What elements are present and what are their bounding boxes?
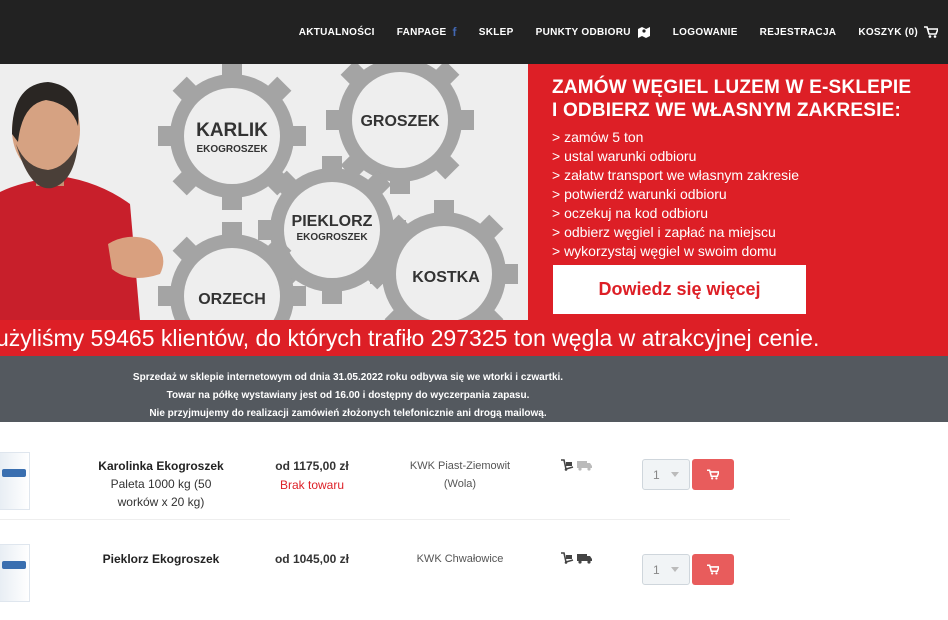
ticker-text: użyliśmy 59465 klientów, do których traf…: [0, 324, 820, 351]
nav-fanpage-label: FANPAGE: [396, 26, 447, 38]
banner-image: KARLIK EKOGROSZEK GROSZEK PIEKLORZ EKOGR…: [0, 64, 528, 320]
mine-name: KWK Piast-Ziemowit: [409, 460, 511, 472]
delivery-icons: [560, 459, 593, 471]
truck-icon: [577, 554, 592, 564]
quantity-select[interactable]: 1: [642, 459, 690, 490]
product-desc: Paleta 1000 kg (50: [110, 477, 212, 491]
gear-label-pieklorz: PIEKLORZ: [292, 213, 373, 230]
banner-headline: ZAMÓW WĘGIEL LUZEM W E-SKLEPIE I ODBIERZ…: [552, 76, 911, 122]
stock-status: Brak towaru: [279, 478, 345, 492]
man-photo: [0, 82, 164, 320]
banner-offer: ZAMÓW WĘGIEL LUZEM W E-SKLEPIE I ODBIERZ…: [528, 64, 948, 320]
product-name[interactable]: Karolinka Ekogroszek: [90, 457, 232, 475]
add-to-cart-button[interactable]: [692, 459, 734, 490]
notice-line-2: Towar na półkę wystawiany jest od 16.00 …: [166, 390, 530, 401]
nav-punkty-odbioru[interactable]: PUNKTY ODBIORU: [536, 26, 651, 38]
product-list: Karolinka Ekogroszek Paleta 1000 kg (50 …: [0, 422, 948, 602]
step-item: > potwierdź warunki odbioru: [552, 186, 727, 202]
step-item: > zamów 5 ton: [552, 129, 644, 145]
sales-notice: Sprzedaż w sklepie internetowym od dnia …: [0, 356, 948, 422]
nav-aktualnosci-label: AKTUALNOŚCI: [298, 26, 375, 38]
map-icon: [637, 27, 650, 38]
nav-rejestracja[interactable]: REJESTRACJA: [760, 27, 837, 38]
gear-label-karlik-sub: EKOGROSZEK: [196, 144, 268, 155]
gear-label-groszek: GROSZEK: [360, 113, 440, 130]
stats-ticker: użyliśmy 59465 klientów, do których traf…: [0, 320, 948, 356]
nav-aktualnosci[interactable]: AKTUALNOŚCI: [299, 27, 375, 38]
quantity-select[interactable]: 1: [642, 554, 690, 585]
gear-label-orzech: ORZECH: [198, 291, 266, 308]
banner-headline-line-2: I ODBIERZ WE WŁASNYM ZAKRESIE:: [552, 100, 902, 121]
cart-icon: [707, 564, 719, 575]
nav-logowanie[interactable]: LOGOWANIE: [673, 27, 738, 38]
top-navigation-bar: AKTUALNOŚCI FANPAGE f SKLEP PUNKTY ODBIO…: [0, 0, 948, 64]
product-price-block: od 1045,00 zł: [262, 550, 362, 568]
banner-headline-line-1: ZAMÓW WĘGIEL LUZEM W E-SKLEPIE: [552, 77, 912, 98]
cart-icon: [707, 469, 719, 480]
gear-label-pieklorz-sub: EKOGROSZEK: [296, 232, 368, 243]
product-name[interactable]: Pieklorz Ekogroszek: [90, 550, 232, 568]
product-mine: KWK Chwałowice: [398, 550, 522, 568]
truck-icon: [577, 461, 592, 471]
gear-label-karlik: KARLIK: [196, 120, 268, 141]
main-nav: AKTUALNOŚCI FANPAGE f SKLEP PUNKTY ODBIO…: [299, 0, 938, 64]
chevron-down-icon: [671, 472, 679, 477]
step-item: > wykorzystaj węgiel w swoim domu: [552, 243, 777, 259]
nav-rejestracja-label: REJESTRACJA: [759, 26, 837, 38]
add-to-cart-button[interactable]: [692, 554, 734, 585]
notice-line-1: Sprzedaż w sklepie internetowym od dnia …: [132, 372, 564, 383]
product-row: Karolinka Ekogroszek Paleta 1000 kg (50 …: [0, 422, 790, 520]
hand-truck-icon: [561, 459, 574, 471]
step-item: > odbierz węgiel i zapłać na miejscu: [552, 224, 776, 240]
product-price-block: od 1175,00 zł Brak towaru: [262, 457, 362, 495]
notice-line-3: Nie przyjmujemy do realizacji zamówień z…: [149, 408, 547, 419]
cart-icon: [924, 26, 938, 38]
product-desc: worków x 20 kg): [117, 495, 205, 509]
step-item: > załatw transport we własnym zakresie: [552, 167, 800, 183]
nav-koszyk[interactable]: KOSZYK (0): [858, 26, 938, 38]
delivery-icons: [560, 552, 593, 564]
quantity-value: 1: [653, 562, 660, 577]
product-image[interactable]: [0, 544, 30, 602]
learn-more-button[interactable]: Dowiedz się więcej: [554, 266, 805, 313]
nav-sklep-label: SKLEP: [478, 26, 514, 38]
nav-sklep[interactable]: SKLEP: [479, 27, 514, 38]
nav-fanpage[interactable]: FANPAGE f: [397, 25, 457, 39]
order-steps-list: > zamów 5 ton > ustal warunki odbioru > …: [552, 128, 799, 261]
step-item: > oczekuj na kod odbioru: [552, 205, 709, 221]
product-name-block: Pieklorz Ekogroszek: [90, 550, 232, 568]
quantity-value: 1: [653, 467, 660, 482]
gears-illustration: KARLIK EKOGROSZEK GROSZEK PIEKLORZ EKOGR…: [0, 64, 518, 320]
step-item: > ustal warunki odbioru: [552, 148, 697, 164]
nav-koszyk-label: KOSZYK (0): [858, 26, 918, 38]
product-price: od 1175,00 zł: [275, 459, 349, 473]
product-name-block: Karolinka Ekogroszek Paleta 1000 kg (50 …: [90, 457, 232, 511]
product-price: od 1045,00 zł: [274, 552, 350, 566]
nav-logowanie-label: LOGOWANIE: [672, 26, 738, 38]
product-mine: KWK Piast-Ziemowit (Wola): [398, 457, 522, 493]
product-image[interactable]: [0, 452, 30, 510]
mine-location: (Wola): [443, 478, 477, 490]
gear-label-kostka: KOSTKA: [412, 269, 480, 286]
nav-punkty-label: PUNKTY ODBIORU: [535, 26, 631, 38]
mine-name: KWK Chwałowice: [416, 553, 504, 565]
product-row: Pieklorz Ekogroszek od 1045,00 zł KWK Ch…: [0, 522, 790, 620]
hand-truck-icon: [561, 552, 574, 564]
promo-banner: KARLIK EKOGROSZEK GROSZEK PIEKLORZ EKOGR…: [0, 64, 948, 356]
facebook-icon: f: [452, 25, 457, 39]
